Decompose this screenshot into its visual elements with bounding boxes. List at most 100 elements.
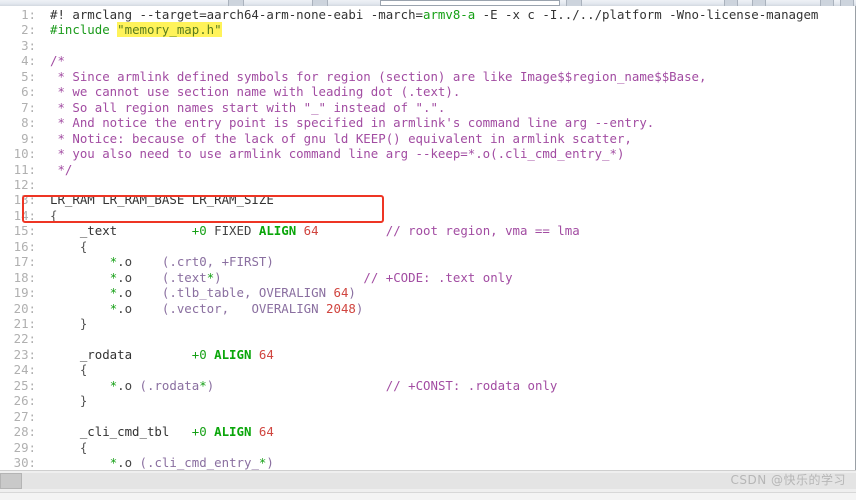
line-number: 22 [0,331,36,346]
scrollbar-track[interactable] [22,473,856,489]
code-token: ) [355,300,364,316]
line-number: 14 [0,208,36,223]
code-token: "memory_map.h" [117,22,222,38]
code-token: } [50,316,88,331]
code-token: // root region, vma == lma [385,223,580,239]
line-number: 5 [0,69,36,84]
code-line[interactable]: /* [50,53,65,68]
code-token: (.text [161,269,207,285]
code-line[interactable]: */ [50,162,72,177]
code-token: .o [117,455,140,470]
code-token: _text [50,223,192,239]
code-line[interactable]: *.o (.tlb_table, OVERALIGN 64) [50,285,356,300]
code-token: } [50,393,88,409]
line-number: 12 [0,177,36,192]
code-line[interactable]: { [50,239,87,254]
code-token: ALIGN [214,424,252,440]
code-line[interactable]: } [50,316,87,331]
line-number: 15 [0,223,36,238]
line-number: 17 [0,254,36,269]
code-token: (.tlb_table, OVERALIGN [161,285,334,301]
code-token: ) [214,269,222,285]
code-token: 64 [333,285,349,301]
line-number: 18 [0,270,36,285]
code-line[interactable]: * So all region names start with "_" ins… [50,100,445,115]
line-number: 26 [0,393,36,408]
code-line[interactable]: #! armclang --target=aarch64-arm-none-ea… [50,7,818,22]
code-line[interactable]: *.o (.text*) // +CODE: .text only [50,270,513,285]
code-token: */ [50,161,73,177]
code-token: 2048 [326,300,356,316]
code-token: /* [50,53,65,69]
code-line[interactable]: * And notice the entry point is specifie… [50,115,654,130]
code-line[interactable]: * you also need to use armlink command l… [50,146,624,161]
line-number: 21 [0,316,36,331]
code-line[interactable]: * we cannot use section name with leadin… [50,84,460,99]
code-line[interactable]: _rodata +0 ALIGN 64 [50,347,274,362]
horizontal-scrollbar[interactable] [0,470,856,492]
code-token: { [50,362,88,378]
code-line[interactable]: } [50,393,87,408]
scrollbar-thumb[interactable] [0,473,22,489]
code-token: _cli_cmd_tbl [50,424,192,440]
line-number: 8 [0,115,36,130]
code-line[interactable]: *.o (.crt0, +FIRST) [50,254,274,269]
code-line[interactable]: { [50,362,87,377]
code-line[interactable]: * Since armlink defined symbols for regi… [50,69,706,84]
code-line[interactable]: *.o (.vector, OVERALIGN 2048) [50,300,364,316]
code-line[interactable]: LR_RAM LR_RAM_BASE LR_RAM_SIZE [50,192,274,207]
line-number: 27 [0,409,36,424]
line-number: 10 [0,146,36,161]
code-token: LR_RAM [50,192,103,208]
line-number: 16 [0,239,36,254]
line-number: 4 [0,53,36,68]
code-token: * So all region names start with "_" ins… [50,99,446,115]
code-token: * Notice: because of the lack of gnu ld … [50,130,632,146]
line-number: 1 [0,7,36,22]
line-number: 2 [0,22,36,37]
line-number: 28 [0,424,36,439]
code-token: ALIGN [214,346,252,362]
code-token: .o [117,285,133,301]
code-line[interactable]: * Notice: because of the lack of gnu ld … [50,130,632,146]
editor-body[interactable]: 1 #! armclang --target=aarch64-arm-none-e… [0,6,856,470]
code-token: // +CODE: .text only [363,269,513,285]
code-line[interactable]: #include "memory_map.h" [50,22,222,38]
line-number: 23 [0,347,36,362]
code-line[interactable]: _text +0 FIXED ALIGN 64 // root region, … [50,223,580,238]
code-line[interactable]: { [50,208,57,223]
code-line[interactable]: { [50,440,87,455]
line-number: 24 [0,362,36,377]
code-token: #include [50,22,110,38]
code-text-area[interactable]: 1#! armclang --target=aarch64-arm-none-e… [14,6,855,470]
code-token: * [199,377,207,393]
code-token: .o [117,254,133,270]
code-token: _rodata [50,346,192,362]
code-line[interactable]: *.o (.cli_cmd_entry_*) [50,455,274,470]
line-number: 9 [0,131,36,146]
code-token: * And notice the entry point is specifie… [50,115,655,131]
code-line[interactable]: *.o (.rodata*) // +CONST: .rodata only [50,377,558,393]
code-token: .o [117,300,133,316]
code-editor-window: 1 #! armclang --target=aarch64-arm-none-e… [0,0,856,500]
line-number: 6 [0,84,36,99]
code-token: { [50,238,88,254]
code-line[interactable]: _cli_cmd_tbl +0 ALIGN 64 [50,424,274,439]
line-number: 19 [0,285,36,300]
code-token: .o [117,269,133,285]
code-token: ) [266,455,274,470]
